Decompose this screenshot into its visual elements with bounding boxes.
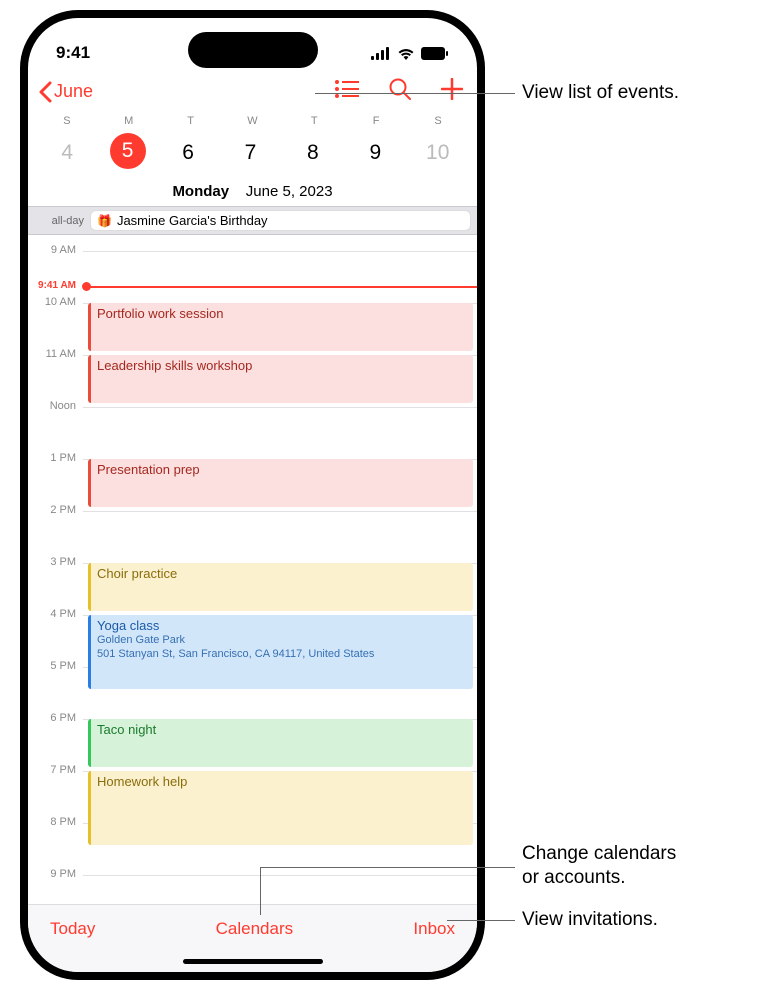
weekday-label: M <box>109 115 149 127</box>
callout-calendars: Change calendarsor accounts. <box>522 842 676 890</box>
bottom-toolbar: Today Calendars Inbox <box>28 904 477 972</box>
wifi-icon <box>397 47 415 60</box>
hour-label: 7 PM <box>28 764 80 776</box>
calendar-event[interactable]: Presentation prep <box>88 459 473 507</box>
allday-row: all-day 🎁 Jasmine Garcia's Birthday <box>28 206 477 235</box>
hour-label: 11 AM <box>28 348 80 360</box>
home-indicator[interactable] <box>183 959 323 964</box>
calendar-event[interactable]: Homework help <box>88 771 473 845</box>
callout-invitations: View invitations. <box>522 908 658 932</box>
allday-event[interactable]: 🎁 Jasmine Garcia's Birthday <box>90 210 471 231</box>
date-cell[interactable]: 10 <box>418 133 458 173</box>
hour-label: 9 AM <box>28 244 80 256</box>
calendar-event[interactable]: Yoga classGolden Gate Park501 Stanyan St… <box>88 615 473 689</box>
callout-line <box>260 867 261 915</box>
calendar-event[interactable]: Taco night <box>88 719 473 767</box>
hour-label: 2 PM <box>28 504 80 516</box>
hour-label: 9 PM <box>28 868 80 880</box>
hour-label: Noon <box>28 400 80 412</box>
hour-label: 3 PM <box>28 556 80 568</box>
date-cell[interactable]: 7 <box>230 133 270 173</box>
birthday-icon: 🎁 <box>97 214 112 228</box>
hour-label: 10 AM <box>28 296 80 308</box>
weekday-label: W <box>232 115 272 127</box>
inbox-button[interactable]: Inbox <box>413 919 455 939</box>
add-event-button[interactable] <box>441 78 463 105</box>
date-cell[interactable]: 5 <box>110 133 146 169</box>
back-label: June <box>54 81 93 102</box>
weekday-label: T <box>171 115 211 127</box>
callout-line <box>315 93 515 94</box>
weekday-label: F <box>356 115 396 127</box>
search-button[interactable] <box>389 78 411 105</box>
date-cell[interactable]: 8 <box>293 133 333 173</box>
weekday-label: S <box>418 115 458 127</box>
dynamic-island <box>188 32 318 68</box>
allday-event-title: Jasmine Garcia's Birthday <box>117 213 268 228</box>
callout-line <box>260 867 515 868</box>
allday-label: all-day <box>34 215 84 227</box>
date-header-weekday: Monday <box>172 183 229 200</box>
search-icon <box>389 78 411 100</box>
hour-label: 4 PM <box>28 608 80 620</box>
callout-list-events: View list of events. <box>522 81 679 105</box>
hour-label: 6 PM <box>28 712 80 724</box>
callout-line <box>447 920 515 921</box>
calendar-event[interactable]: Choir practice <box>88 563 473 611</box>
date-cell[interactable]: 9 <box>355 133 395 173</box>
date-cell[interactable]: 4 <box>47 133 87 173</box>
today-button[interactable]: Today <box>50 919 95 939</box>
cellular-icon <box>371 47 391 60</box>
status-indicators <box>371 47 449 60</box>
list-icon <box>335 80 359 98</box>
hour-label: 8 PM <box>28 816 80 828</box>
back-button[interactable]: June <box>38 81 93 103</box>
calendars-button[interactable]: Calendars <box>216 919 294 939</box>
date-row: 456789 10 <box>28 129 477 181</box>
date-header-date: June 5, 2023 <box>246 183 333 200</box>
status-time: 9:41 <box>56 43 90 63</box>
calendar-event[interactable]: Portfolio work session <box>88 303 473 351</box>
battery-icon <box>421 47 449 60</box>
hour-label: 5 PM <box>28 660 80 672</box>
schedule-area[interactable]: 9 AM 10 AM 11 AM Noon 1 PM 2 PM 3 PM 4 PM 5 PM 6 … <box>28 235 477 905</box>
weekday-label: S <box>47 115 87 127</box>
hour-label: 1 PM <box>28 452 80 464</box>
calendar-event[interactable]: Leadership skills workshop <box>88 355 473 403</box>
phone-screen: 9:41 June <box>28 18 477 972</box>
plus-icon <box>441 78 463 100</box>
date-header: Monday June 5, 2023 <box>28 181 477 206</box>
list-view-button[interactable] <box>335 80 359 103</box>
chevron-left-icon <box>38 81 52 103</box>
weekday-row: S M T W T F S <box>28 113 477 129</box>
phone-frame: 9:41 June <box>20 10 485 980</box>
date-cell[interactable]: 6 <box>168 133 208 173</box>
weekday-label: T <box>294 115 334 127</box>
